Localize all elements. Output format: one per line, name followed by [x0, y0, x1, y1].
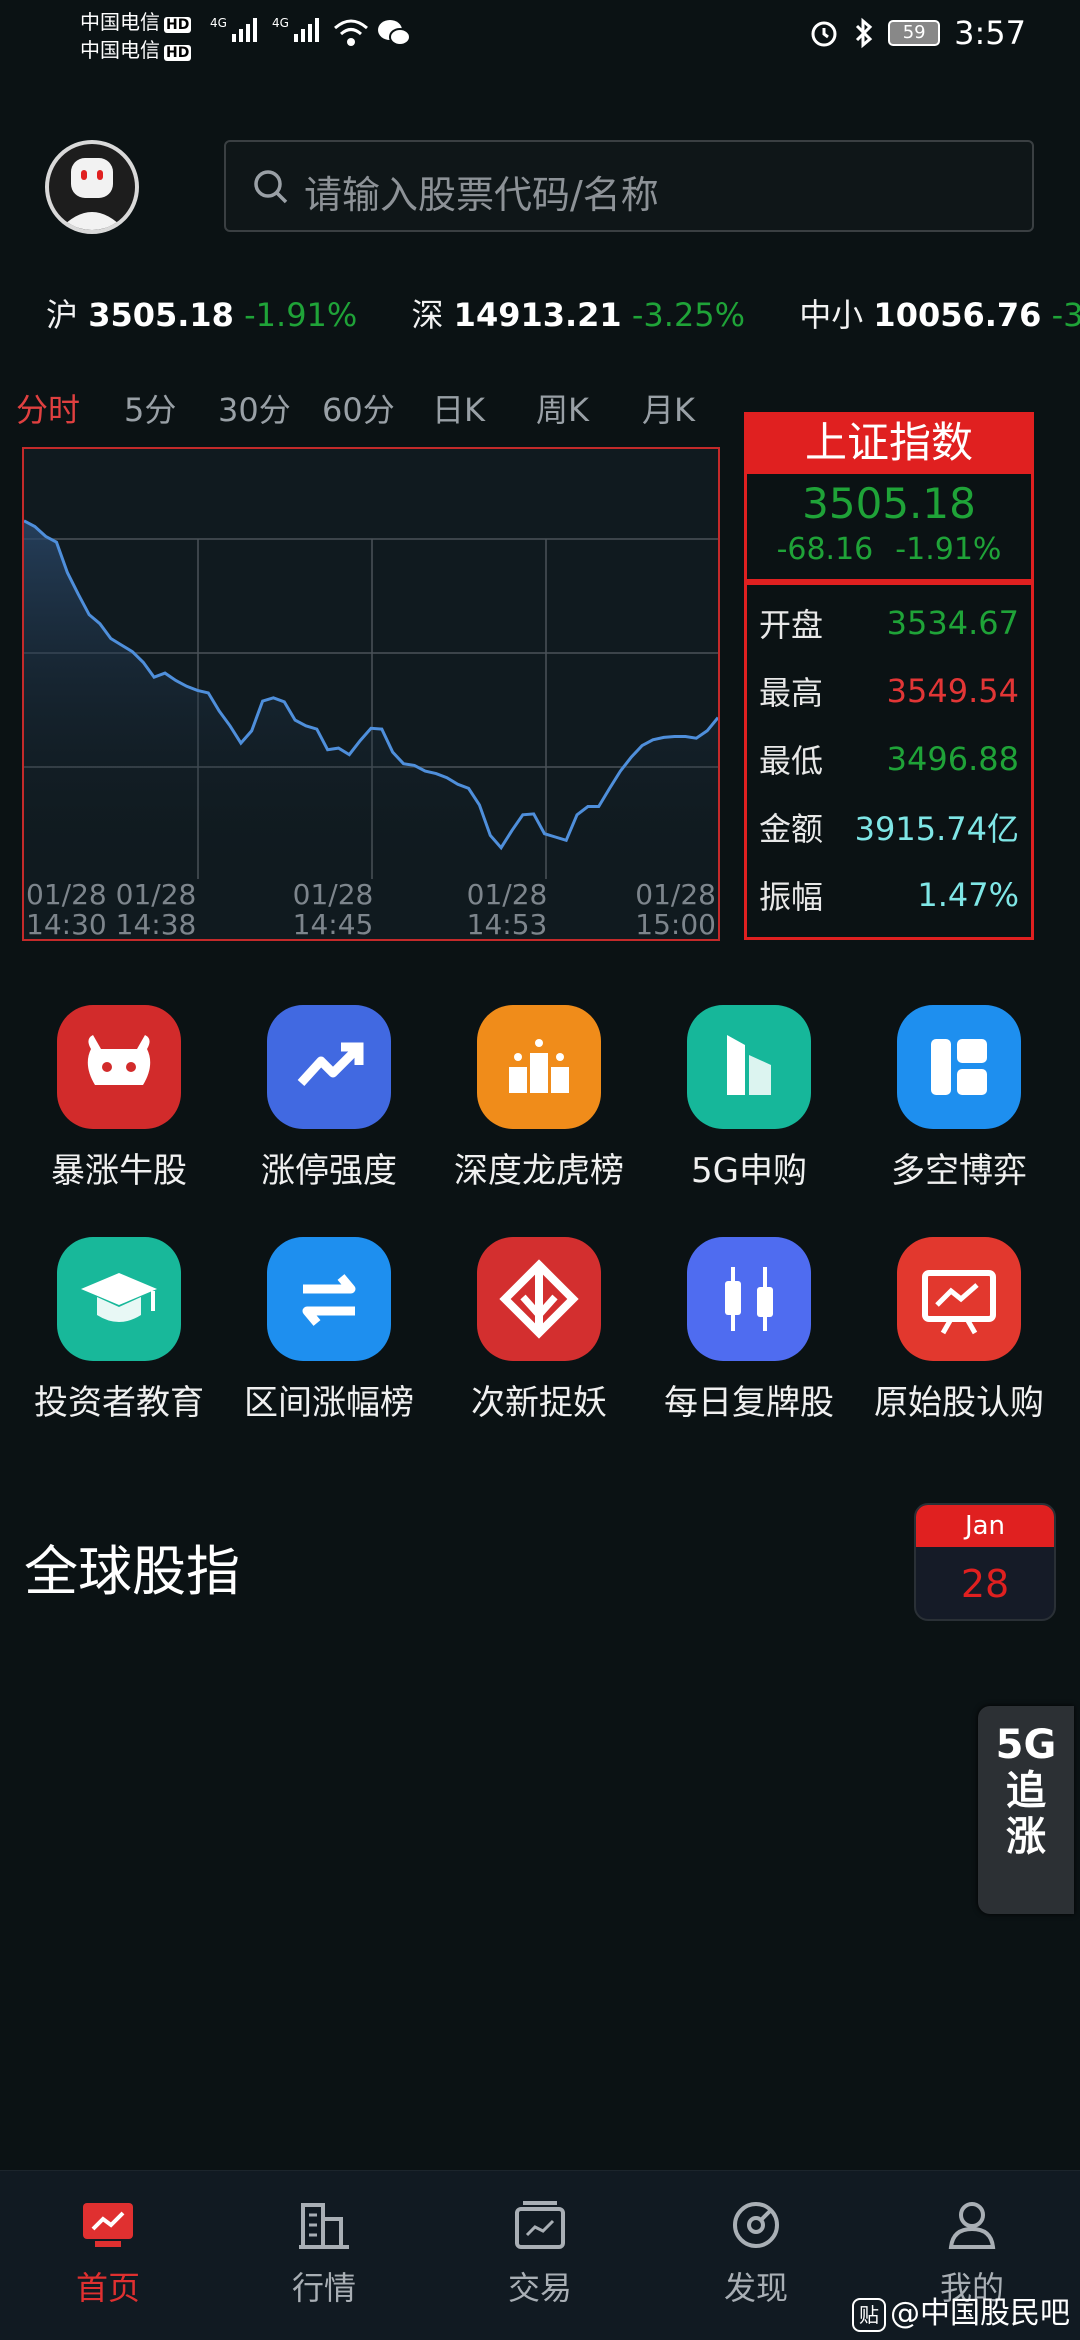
avatar[interactable]	[45, 140, 139, 234]
x-tick-date: 01/28	[635, 878, 716, 911]
bluetooth-icon	[856, 17, 873, 49]
tab-weekly-k[interactable]: 周K	[536, 385, 642, 431]
candlestick-icon	[687, 1237, 811, 1361]
entry-5g-subscription[interactable]: 5G申购	[644, 1005, 854, 1192]
status-right: 59 3:57	[808, 14, 1026, 52]
index-ticker[interactable]: 沪 3505.18 -1.91% 深 14913.21 -3.25% 中小 10…	[46, 290, 1080, 340]
x-tick-time: 14:30	[26, 908, 107, 939]
tab-daily-k[interactable]: 日K	[432, 385, 536, 431]
entry-dragon-tiger-list[interactable]: 深度龙虎榜	[434, 1005, 644, 1192]
chart-plot: 01/2814:3001/2814:3801/2814:4501/2814:53…	[23, 519, 720, 941]
network-type-1: 4G	[210, 16, 227, 30]
signal-icon	[294, 18, 319, 42]
entry-daily-resumption[interactable]: 每日复牌股	[644, 1237, 854, 1424]
signal-icon	[232, 18, 257, 42]
index-title: 上证指数	[744, 412, 1034, 474]
wifi-icon	[334, 19, 368, 46]
tab-60min[interactable]: 60分	[322, 385, 432, 431]
tab-monthly-k[interactable]: 月K	[642, 385, 732, 431]
robot-avatar-icon	[59, 158, 125, 230]
buildings-icon	[299, 2203, 349, 2249]
graduation-cap-icon	[57, 1237, 181, 1361]
index-price: 3505.18	[802, 479, 976, 528]
ticker-item[interactable]: 中小 10056.76 -3.76	[799, 290, 1080, 336]
tab-30min[interactable]: 30分	[218, 385, 322, 431]
entry-long-short-game[interactable]: 多空博弈	[854, 1005, 1064, 1192]
entry-original-share-subscription[interactable]: 原始股认购	[854, 1237, 1064, 1424]
stat-value: 3549.54	[886, 672, 1019, 710]
network-type-2: 4G	[272, 16, 289, 30]
compass-icon	[733, 2202, 779, 2248]
entry-surge-bull-stocks[interactable]: 暴涨牛股	[14, 1005, 224, 1192]
diamond-split-icon	[477, 1237, 601, 1361]
home-chart-icon	[83, 2203, 133, 2247]
carrier-1: 中国电信	[80, 10, 160, 34]
tab-trade[interactable]: 交易	[450, 2199, 630, 2309]
entry-new-stock-hunt[interactable]: 次新捉妖	[434, 1237, 644, 1424]
stat-row-open: 开盘 3534.67	[759, 604, 1019, 644]
index-change: -68.16	[776, 532, 874, 567]
app-home: 中国电信 HD 中国电信 HD 4G 4G 59 3:57 请输入股票代码/名称…	[0, 0, 1080, 2340]
ticker-item[interactable]: 深 14913.21 -3.25%	[411, 290, 745, 336]
tab-market[interactable]: 行情	[234, 2199, 414, 2309]
battery-level: 59	[888, 20, 941, 46]
hd-badge: HD	[164, 17, 192, 33]
intraday-chart[interactable]: 01/28 14:30 01/28 14:38 01/28 14:45 01/28 14:53…	[22, 447, 720, 941]
stat-row-amount: 金额 3915.74亿	[759, 793, 1019, 861]
podium-icon	[477, 1005, 601, 1129]
tab-5min[interactable]: 5分	[124, 385, 218, 431]
tab-intraday[interactable]: 分时	[16, 385, 124, 431]
entry-investor-education[interactable]: 投资者教育	[14, 1237, 224, 1424]
presentation-icon	[897, 1237, 1021, 1361]
swap-arrows-icon	[267, 1237, 391, 1361]
watermark: 贴 @中国股民吧	[852, 2288, 1070, 2332]
bull-icon	[57, 1005, 181, 1129]
stat-row-amplitude: 振幅 1.47%	[759, 876, 1019, 916]
period-tabs: 分时 5分 30分 60分 日K 周K 月K	[16, 385, 732, 431]
date-day: 28	[960, 1562, 1010, 1606]
section-title: 全球股指	[24, 1540, 240, 1603]
x-tick-date: 01/28	[467, 878, 548, 911]
entry-limit-up-strength[interactable]: 涨停强度	[224, 1005, 434, 1192]
x-tick-time: 14:53	[467, 908, 548, 939]
clock: 3:57	[954, 14, 1026, 52]
5g-chase-float-button[interactable]: 5G 追 涨	[978, 1706, 1074, 1914]
trend-up-icon	[267, 1005, 391, 1129]
hd-badge: HD	[164, 45, 192, 61]
x-tick-time: 14:45	[293, 908, 374, 939]
tab-discover[interactable]: 发现	[666, 2199, 846, 2309]
tab-home[interactable]: 首页	[18, 2199, 198, 2309]
price-area	[24, 520, 718, 879]
index-change-pct: -1.91%	[895, 532, 1002, 567]
x-tick-time: 14:38	[116, 908, 197, 939]
stat-value: 3496.88	[886, 740, 1019, 778]
stat-row-high: 最高 3549.54	[759, 672, 1019, 712]
status-bar: 中国电信 HD 中国电信 HD 4G 4G 59 3:57	[0, 0, 1080, 70]
date-month: Jan	[916, 1505, 1054, 1547]
carrier-2: 中国电信	[80, 38, 160, 62]
alarm-icon	[811, 21, 837, 47]
x-tick-time: 15:00	[635, 908, 716, 939]
blocks-icon	[897, 1005, 1021, 1129]
index-stats: 开盘 3534.67 最高 3549.54 最低 3496.88 金额 3915.74亿…	[744, 582, 1034, 940]
search-input[interactable]: 请输入股票代码/名称	[224, 140, 1034, 232]
entry-interval-gain-list[interactable]: 区间涨幅榜	[224, 1237, 434, 1424]
wechat-icon	[378, 20, 411, 46]
stat-value: 3915.74亿	[854, 810, 1019, 848]
wallet-icon	[515, 2201, 565, 2249]
date-badge[interactable]: Jan 28	[914, 1503, 1056, 1621]
search-icon	[254, 170, 288, 204]
user-icon	[948, 2202, 996, 2249]
stat-value: 3534.67	[886, 604, 1019, 642]
x-tick-date: 01/28	[116, 878, 197, 911]
x-tick-date: 01/28	[26, 878, 107, 911]
building-icon	[687, 1005, 811, 1129]
x-tick-date: 01/28	[293, 878, 374, 911]
stat-value: 1.47%	[917, 876, 1019, 914]
ticker-item[interactable]: 沪 3505.18 -1.91%	[46, 290, 357, 336]
search-placeholder: 请输入股票代码/名称	[304, 173, 659, 217]
carrier-info: 中国电信 HD 中国电信 HD	[80, 8, 192, 64]
index-quote: 3505.18 -68.16 -1.91%	[744, 474, 1034, 582]
stat-row-low: 最低 3496.88	[759, 740, 1019, 780]
